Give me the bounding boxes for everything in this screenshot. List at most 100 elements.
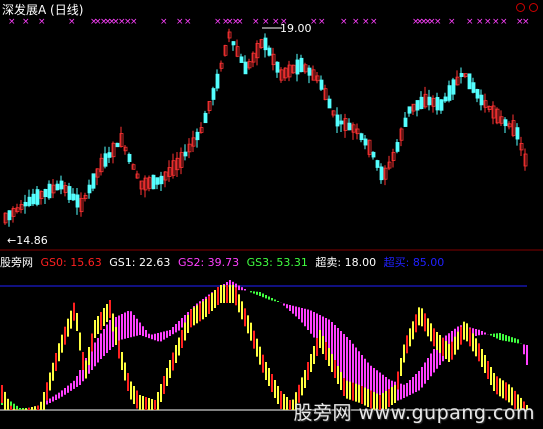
- candle-body: [459, 73, 464, 77]
- candle-body: [447, 85, 452, 101]
- candle-body: [379, 166, 384, 181]
- signal-mark: ×: [184, 17, 192, 27]
- signal-mark: ×: [318, 17, 326, 27]
- candle-body: [107, 152, 112, 158]
- candle-body: [203, 112, 208, 124]
- gs3-label: GS3:: [246, 256, 273, 269]
- candle-body: [159, 175, 164, 185]
- signal-mark: ×: [262, 17, 270, 27]
- candle-body: [335, 114, 340, 127]
- candle-body: [59, 180, 64, 190]
- signal-mark: ×: [160, 17, 168, 27]
- signal-mark: ×: [272, 17, 280, 27]
- window-close-icon[interactable]: [529, 3, 538, 12]
- candle-body: [339, 120, 344, 125]
- candle-body: [375, 160, 380, 168]
- gs2-value: 39.73: [207, 256, 240, 269]
- indicator-bars: [1, 280, 528, 410]
- gs3-legend: GS3: 53.31: [247, 256, 308, 269]
- candle-body: [183, 151, 188, 157]
- site-name: 股旁网: [0, 256, 33, 269]
- candle-body: [215, 73, 220, 89]
- candle-body: [231, 41, 236, 46]
- candle-body: [115, 142, 120, 148]
- signal-mark: ×: [252, 17, 260, 27]
- oversold-value: 85.00: [412, 256, 445, 269]
- candle-body: [31, 193, 36, 205]
- signal-mark: ×: [214, 17, 222, 27]
- high-price-label: 19.00: [280, 22, 312, 35]
- candle-body: [439, 99, 444, 111]
- candle-body: [263, 37, 268, 51]
- signal-mark: ×: [340, 17, 348, 27]
- oversold-legend: 超买: 85.00: [384, 256, 445, 269]
- candle-body: [319, 79, 324, 90]
- signal-mark: ×: [448, 17, 456, 27]
- candle-body: [27, 196, 32, 206]
- signal-mark: ×: [492, 17, 500, 27]
- gs0-legend: GS0: 15.63: [41, 256, 102, 269]
- overbought-label: 超卖:: [315, 256, 342, 269]
- candle-body: [479, 94, 484, 106]
- signal-mark: ×: [370, 17, 378, 27]
- candle-body: [55, 183, 60, 191]
- candle-body: [363, 138, 368, 146]
- candle-body: [23, 201, 28, 207]
- candle-body: [443, 96, 448, 102]
- gs2-label: GS2:: [177, 256, 205, 269]
- candle-body: [407, 106, 412, 114]
- window-control-icon[interactable]: [516, 3, 525, 12]
- signal-mark: ×: [484, 17, 492, 27]
- candle-body: [419, 96, 424, 110]
- candle-body: [427, 96, 432, 106]
- signal-mark: ×: [22, 17, 30, 27]
- candle-body: [7, 210, 12, 221]
- candle-body: [35, 189, 40, 205]
- candle-body: [67, 186, 72, 200]
- candle-body: [467, 73, 472, 90]
- gs0-label: GS0:: [40, 256, 67, 269]
- candle-body: [71, 193, 76, 201]
- oversold-label: 超买:: [383, 256, 410, 269]
- gs1-value: 22.63: [138, 256, 171, 269]
- candle-body: [299, 57, 304, 73]
- signal-mark: ×: [130, 17, 138, 27]
- signal-mark: ×: [434, 17, 442, 27]
- gs3-value: 53.31: [276, 256, 308, 269]
- candle-body: [403, 117, 408, 127]
- candle-body: [307, 67, 312, 76]
- candle-body: [347, 122, 352, 131]
- candle-body: [359, 133, 364, 141]
- signal-mark: ×: [500, 17, 508, 27]
- candle-body: [503, 119, 508, 127]
- signal-mark: ×: [176, 17, 184, 27]
- candle-body: [475, 89, 480, 99]
- candle-body: [47, 183, 52, 199]
- signal-mark: ×: [236, 17, 244, 27]
- candle-body: [243, 61, 248, 75]
- stock-title: 深发展A (日线): [2, 3, 84, 17]
- candle-body: [471, 82, 476, 93]
- candle-body: [395, 142, 400, 152]
- candle-body: [295, 59, 300, 75]
- candle-body: [267, 47, 272, 56]
- signal-marks: × × × × ××××××××× × × × × ×××× × × × × × × × × × × ×××××× × × ×…: [8, 17, 530, 27]
- candle-body: [239, 56, 244, 63]
- overbought-legend: 超卖: 18.00: [315, 256, 376, 269]
- overbought-value: 18.00: [344, 256, 377, 269]
- candle-body: [327, 98, 332, 109]
- candle-body: [155, 177, 160, 185]
- gs1-label: GS1:: [109, 256, 136, 269]
- candlesticks: [3, 28, 528, 227]
- candle-body: [103, 153, 108, 167]
- candle-body: [371, 151, 376, 158]
- chart-canvas: × × × × ××××××××× × × × × ×××× × × × × × × × × × × ×××××× × × ×…: [0, 17, 543, 411]
- signal-mark: ×: [68, 17, 76, 27]
- gs1-legend: GS1: 22.63: [109, 256, 170, 269]
- signal-mark: ×: [38, 17, 46, 27]
- candle-body: [151, 174, 156, 190]
- candle-body: [435, 96, 440, 111]
- gs0-value: 15.63: [70, 256, 102, 269]
- gs2-legend: GS2: 39.73: [178, 256, 239, 269]
- signal-mark: ×: [476, 17, 484, 27]
